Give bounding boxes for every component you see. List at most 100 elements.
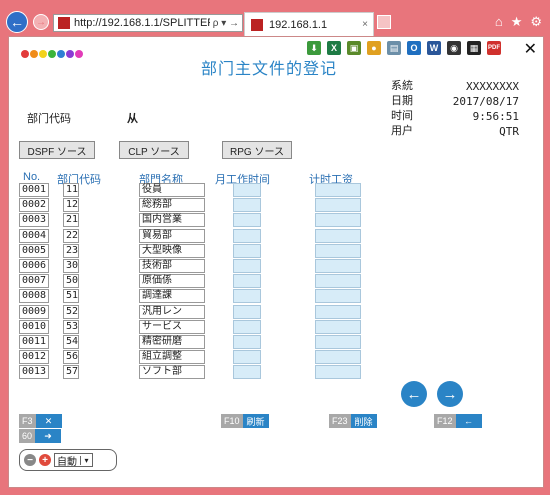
system-info-key: 系統: [391, 80, 413, 92]
pdf-icon[interactable]: PDF: [487, 41, 501, 55]
plus-icon[interactable]: +: [39, 454, 51, 466]
hourly-wage-input[interactable]: [315, 319, 361, 334]
monthly-hours-input[interactable]: [233, 319, 261, 334]
document-icon[interactable]: ▤: [387, 41, 401, 55]
monthly-hours-input[interactable]: [233, 243, 261, 258]
rpg-source-button[interactable]: RPG ソース: [222, 141, 292, 159]
hourly-wage-input[interactable]: [315, 259, 361, 273]
settings-gear-icon[interactable]: ⚙: [530, 14, 542, 30]
row-number-cell: 0004: [19, 228, 49, 243]
dspf-source-button[interactable]: DSPF ソース: [19, 141, 95, 159]
minus-icon[interactable]: −: [24, 454, 36, 466]
f60-next-key[interactable]: 60 ➜: [19, 429, 62, 443]
next-page-button[interactable]: →: [437, 381, 463, 407]
address-bar[interactable]: http://192.168.1.1/SPLITTER.I ρ ▾ →: [53, 14, 243, 32]
export-toolbar: ⬇ X ▣ ● ▤ O W ◉ ▦ PDF: [307, 41, 501, 55]
tab-close-icon[interactable]: ×: [362, 19, 368, 30]
hourly-wage-input[interactable]: [315, 198, 361, 213]
monthly-hours-input[interactable]: [233, 183, 261, 197]
monthly-hours-input[interactable]: [233, 259, 261, 273]
dept-code-cell: 56: [63, 350, 79, 365]
column-header-no: No.: [23, 171, 41, 183]
dept-name-cell: 総務部: [139, 198, 205, 213]
system-info-row: 系統 XXXXXXXX: [391, 79, 541, 94]
monthly-hours-input[interactable]: [233, 198, 261, 213]
f23-key-action: 削除: [350, 414, 377, 428]
row-number-cell: 0005: [19, 243, 49, 258]
monthly-hours-input[interactable]: [233, 274, 261, 289]
dept-code-label: 部门代码: [27, 113, 71, 125]
f10-refresh-key[interactable]: F10 刷新: [221, 414, 269, 428]
chevron-down-icon: ▾: [80, 455, 92, 465]
monthly-hours-input[interactable]: [233, 350, 261, 365]
hourly-wage-input[interactable]: [315, 365, 361, 380]
favorites-star-icon[interactable]: ★: [511, 14, 523, 30]
system-info-row: 日期 2017/08/17: [391, 94, 541, 109]
site-favicon-icon: [58, 17, 70, 29]
f12-back-key[interactable]: F12 ←: [434, 414, 482, 428]
auto-mode-value: 自動: [57, 456, 77, 468]
dept-code-cell: 23: [63, 243, 79, 258]
dept-name-cell: 国内営業: [139, 213, 205, 228]
pushpin-icon: [75, 50, 83, 58]
pushpin-icon: [57, 50, 65, 58]
row-number-cell: 0011: [19, 335, 49, 349]
clp-source-button[interactable]: CLP ソース: [119, 141, 189, 159]
dept-code-cell: 57: [63, 365, 79, 380]
row-number-cell: 0009: [19, 304, 49, 319]
row-number-cell: 0003: [19, 213, 49, 228]
new-tab-button[interactable]: [377, 15, 391, 29]
excel-icon[interactable]: X: [327, 41, 341, 55]
close-icon[interactable]: ✕: [524, 39, 537, 59]
dept-name-cell: ソフト部: [139, 365, 205, 380]
hourly-wage-input[interactable]: [315, 274, 361, 289]
hourly-wage-input[interactable]: [315, 289, 361, 304]
dept-name-cell: 役員: [139, 183, 205, 197]
prev-page-button[interactable]: ←: [401, 381, 427, 407]
address-url[interactable]: http://192.168.1.1/SPLITTER.I: [74, 17, 210, 29]
home-icon[interactable]: ⌂: [495, 14, 503, 30]
monthly-hours-input[interactable]: [233, 228, 261, 243]
hourly-wage-input[interactable]: [315, 228, 361, 243]
printer-icon[interactable]: ▦: [467, 41, 481, 55]
auto-mode-select[interactable]: 自動 ▾: [54, 453, 93, 468]
dept-code-cell: 11: [63, 183, 79, 197]
hourly-wage-input[interactable]: [315, 350, 361, 365]
dept-code-cell: 30: [63, 259, 79, 273]
monthly-hours-input[interactable]: [233, 213, 261, 228]
f23-delete-key[interactable]: F23 削除: [329, 414, 377, 428]
forward-button[interactable]: →: [33, 14, 49, 30]
dept-name-cell: 技術部: [139, 259, 205, 273]
dept-code-cell: 21: [63, 213, 79, 228]
outlook-icon[interactable]: O: [407, 41, 421, 55]
row-number-cell: 0008: [19, 289, 49, 304]
camera-icon[interactable]: ◉: [447, 41, 461, 55]
pushpin-icon: [30, 50, 38, 58]
back-button[interactable]: ←: [6, 11, 28, 33]
monthly-hours-input[interactable]: [233, 335, 261, 349]
f10-key-action: 刷新: [242, 414, 269, 428]
monthly-hours-input[interactable]: [233, 365, 261, 380]
hourly-wage-input[interactable]: [315, 213, 361, 228]
monthly-hours-input[interactable]: [233, 289, 261, 304]
address-controls[interactable]: ρ ▾ →: [210, 18, 242, 29]
pushpin-icon: [21, 50, 29, 58]
pushpins-logo: [21, 50, 83, 58]
auto-mode-control: − + 自動 ▾: [19, 449, 117, 471]
f3-exit-key[interactable]: F3 ✕: [19, 414, 62, 428]
monthly-hours-input[interactable]: [233, 304, 261, 319]
hourly-wage-input[interactable]: [315, 243, 361, 258]
dept-name-cell: 調達課: [139, 289, 205, 304]
hourly-wage-input[interactable]: [315, 183, 361, 197]
hourly-wage-input[interactable]: [315, 304, 361, 319]
hourly-wage-input[interactable]: [315, 335, 361, 349]
pushpin-icon: [39, 50, 47, 58]
image-icon[interactable]: ▣: [347, 41, 361, 55]
palette-icon[interactable]: ●: [367, 41, 381, 55]
system-info-value: XXXXXXXX: [466, 80, 519, 93]
f12-key-label: F12: [434, 414, 456, 428]
download-icon[interactable]: ⬇: [307, 41, 321, 55]
browser-tab[interactable]: 192.168.1.1 ×: [244, 12, 374, 36]
word-icon[interactable]: W: [427, 41, 441, 55]
dept-code-cell: 54: [63, 335, 79, 349]
